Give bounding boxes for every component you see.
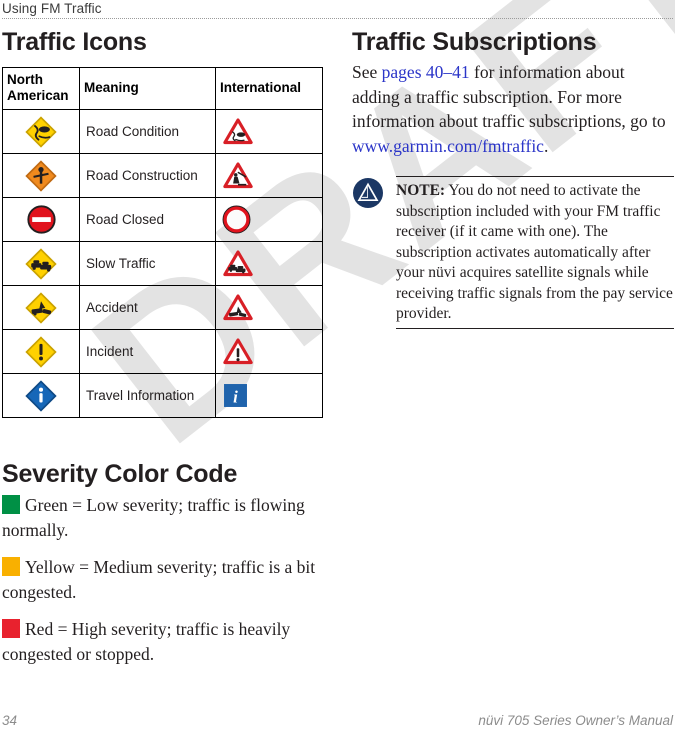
meaning-cell: Accident bbox=[79, 285, 216, 330]
traffic-subscriptions-paragraph: See pages 40–41 for information about ad… bbox=[352, 60, 674, 158]
severity-item: Yellow = Medium severity; traffic is a b… bbox=[2, 555, 324, 604]
note-callout: NOTE: You do not need to activate the su… bbox=[352, 176, 674, 329]
table-row: Road Construction bbox=[2, 153, 323, 198]
note-body: NOTE: You do not need to activate the su… bbox=[396, 176, 674, 329]
red-circle-do-not-enter-icon bbox=[2, 197, 80, 242]
right-column: Traffic Subscriptions See pages 40–41 fo… bbox=[352, 28, 674, 329]
red-triangle-queue-icon bbox=[215, 241, 323, 286]
traffic-subscriptions-heading: Traffic Subscriptions bbox=[352, 28, 597, 56]
svg-text:i: i bbox=[233, 388, 238, 407]
severity-item: Green = Low severity; traffic is flowing… bbox=[2, 493, 324, 542]
yellow-diamond-slow-traffic-icon bbox=[2, 241, 80, 286]
page-footer: 34 nüvi 705 Series Owner’s Manual bbox=[2, 713, 673, 728]
running-header-text: Using FM Traffic bbox=[2, 1, 102, 16]
severity-item-text: Red = High severity; traffic is heavily … bbox=[2, 619, 291, 664]
meaning-cell: Slow Traffic bbox=[79, 241, 216, 286]
paragraph-text-part-3: . bbox=[543, 135, 549, 156]
footer-page-number: 34 bbox=[2, 713, 18, 728]
red-triangle-exclamation-icon bbox=[215, 329, 323, 374]
meaning-cell: Road Condition bbox=[79, 109, 216, 154]
orange-diamond-construction-icon bbox=[2, 153, 80, 198]
meaning-cell: Travel Information bbox=[79, 373, 216, 418]
table-row: Travel Information i bbox=[2, 373, 323, 418]
meaning-cell: Road Closed bbox=[79, 197, 216, 242]
pages-link[interactable]: pages 40–41 bbox=[382, 62, 470, 82]
traffic-icons-heading: Traffic Icons bbox=[2, 28, 147, 56]
red-severity-swatch bbox=[2, 619, 20, 638]
blue-square-information-icon: i bbox=[215, 373, 323, 418]
running-header: Using FM Traffic bbox=[2, 0, 673, 19]
severity-item-text: Green = Low severity; traffic is flowing… bbox=[2, 495, 305, 540]
meaning-cell: Road Construction bbox=[79, 153, 216, 198]
note-label: NOTE: bbox=[396, 182, 446, 199]
running-header-rule bbox=[2, 18, 673, 19]
garmin-note-icon bbox=[353, 178, 383, 208]
severity-color-code-section: Severity Color Code Green = Low severity… bbox=[2, 460, 324, 666]
traffic-icons-table: North American Meaning International Roa… bbox=[2, 67, 323, 418]
meaning-cell: Incident bbox=[79, 329, 216, 374]
left-column: Traffic Icons North American Meaning Int… bbox=[2, 28, 324, 666]
column-header-international: International bbox=[215, 67, 323, 110]
red-triangle-slippery-road-icon bbox=[215, 109, 323, 154]
severity-heading: Severity Color Code bbox=[2, 460, 238, 488]
fmtraffic-url-link[interactable]: www.garmin.com/fmtraffic bbox=[352, 136, 544, 156]
column-header-meaning: Meaning bbox=[79, 67, 216, 110]
paragraph-text-part-1: See bbox=[352, 62, 382, 82]
table-header-row: North American Meaning International bbox=[2, 67, 323, 110]
severity-item-text: Yellow = Medium severity; traffic is a b… bbox=[2, 557, 316, 602]
table-row: Slow Traffic bbox=[2, 241, 323, 286]
red-triangle-accident-icon bbox=[215, 285, 323, 330]
table-row: Road Condition bbox=[2, 109, 323, 154]
severity-item: Red = High severity; traffic is heavily … bbox=[2, 617, 324, 666]
table-row: Road Closed bbox=[2, 197, 323, 242]
footer-manual-title: nüvi 705 Series Owner’s Manual bbox=[478, 713, 673, 728]
yellow-severity-swatch bbox=[2, 557, 20, 576]
yellow-diamond-slippery-road-icon bbox=[2, 109, 80, 154]
column-header-north-american: North American bbox=[2, 67, 80, 110]
yellow-diamond-exclamation-icon bbox=[2, 329, 80, 374]
yellow-diamond-accident-icon bbox=[2, 285, 80, 330]
blue-diamond-information-icon bbox=[2, 373, 80, 418]
note-text: NOTE: You do not need to activate the su… bbox=[396, 181, 674, 325]
document-page: Using FM Traffic Traffic Icons North Ame… bbox=[0, 0, 675, 738]
note-text-content: You do not need to activate the subscrip… bbox=[396, 182, 673, 322]
table-row: Incident bbox=[2, 329, 323, 374]
red-triangle-roadworks-icon bbox=[215, 153, 323, 198]
green-severity-swatch bbox=[2, 495, 20, 514]
red-ring-no-entry-icon bbox=[215, 197, 323, 242]
table-row: Accident bbox=[2, 285, 323, 330]
